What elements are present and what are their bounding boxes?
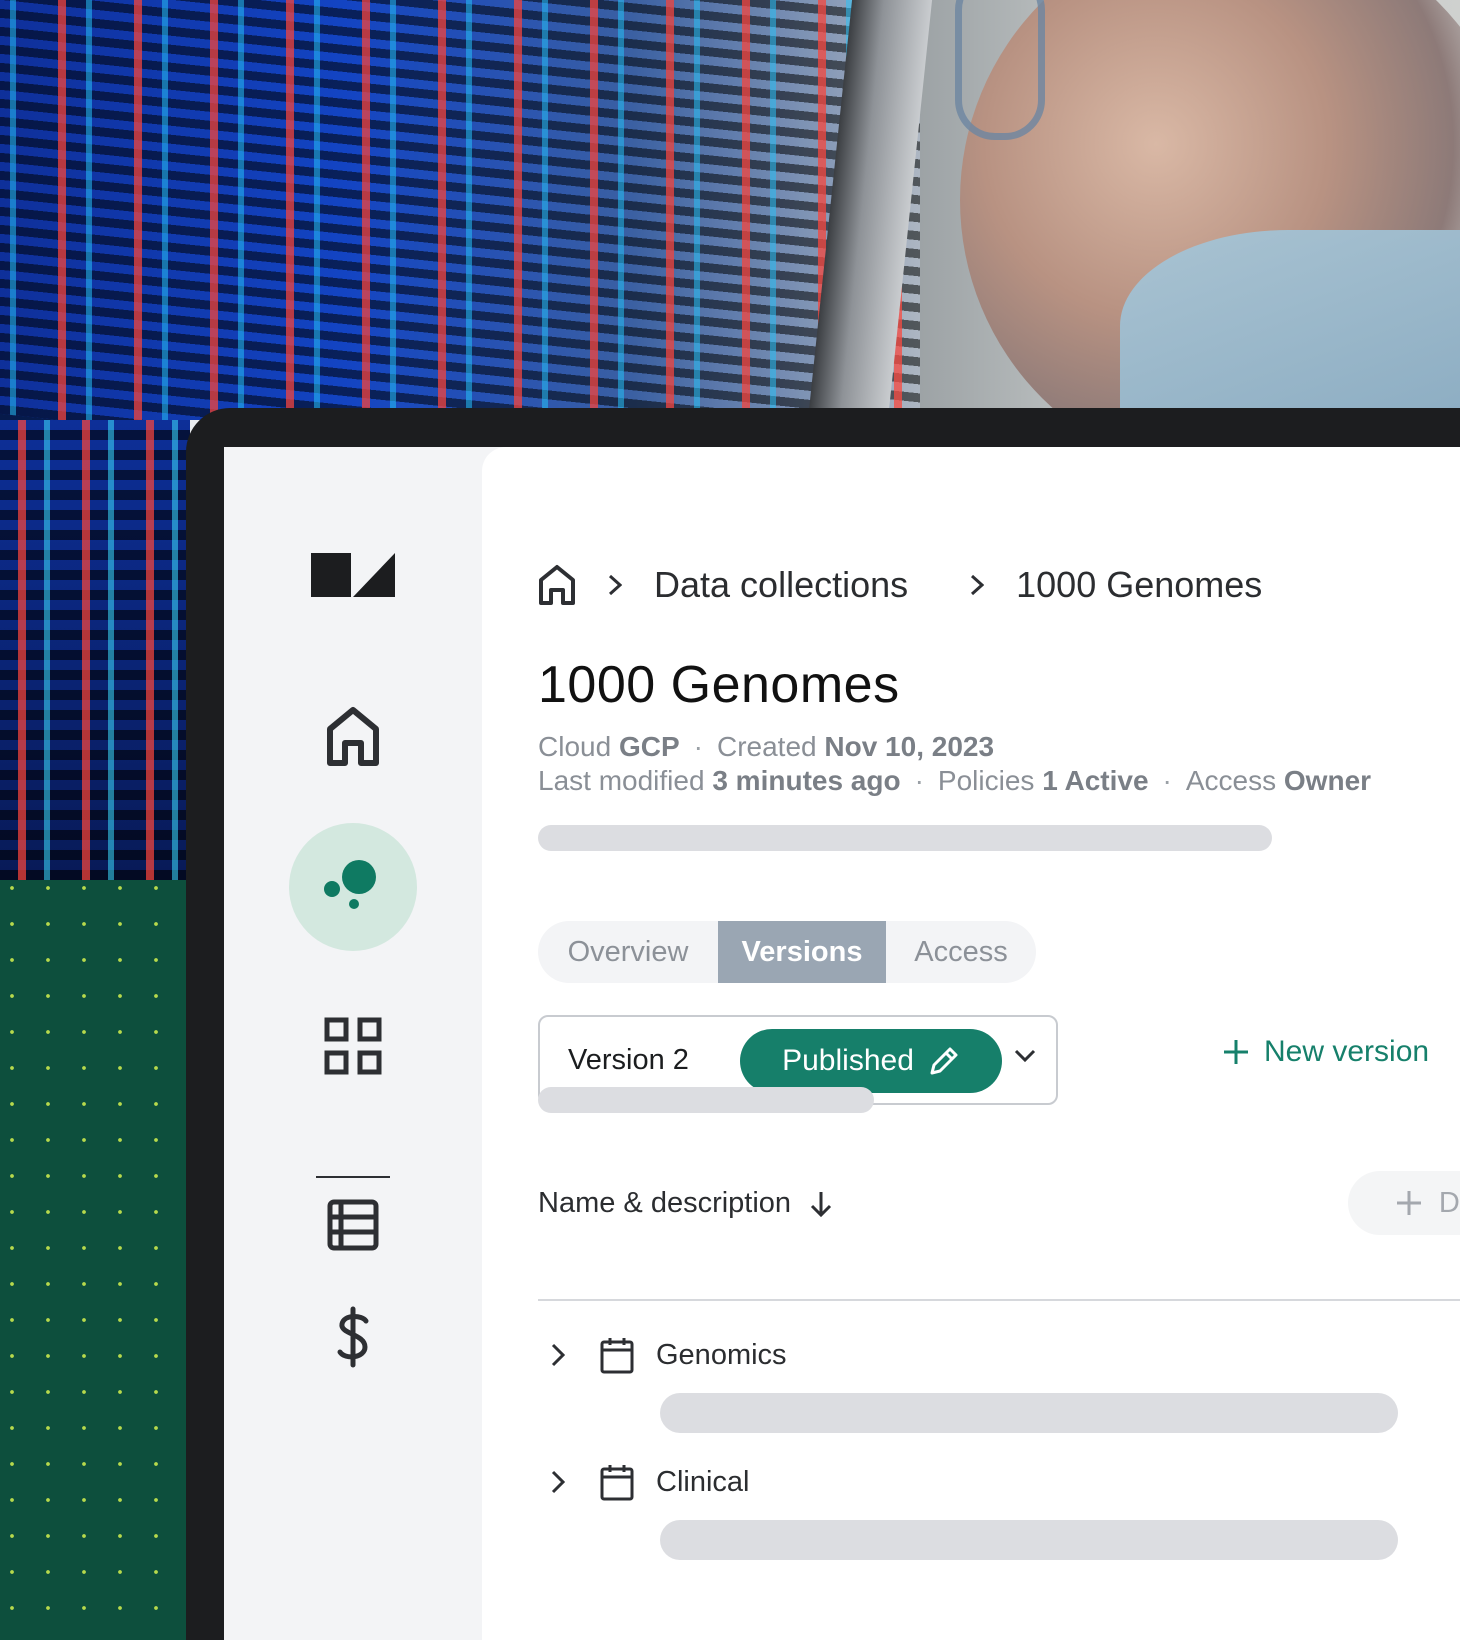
sidebar: [224, 447, 482, 1640]
background-photo: [0, 0, 1460, 420]
published-status-button[interactable]: Published: [740, 1029, 1002, 1093]
brand-logo-icon[interactable]: [224, 545, 482, 605]
plus-icon: [1222, 1038, 1250, 1066]
table-row[interactable]: Genomics: [538, 1325, 787, 1385]
created-value: Nov 10, 2023: [824, 731, 995, 762]
table-divider: [538, 1299, 1460, 1301]
billing-dollar-icon[interactable]: [224, 1305, 482, 1369]
description-skeleton: [538, 825, 1272, 851]
plus-icon: [1395, 1189, 1423, 1217]
published-label: Published: [782, 1044, 914, 1077]
policies-value: 1 Active: [1042, 765, 1149, 796]
breadcrumb-home-icon[interactable]: [538, 564, 576, 606]
main-panel: Data collections 1000 Genomes 1000 Genom…: [482, 447, 1460, 1640]
new-version-button[interactable]: New version: [1222, 1035, 1429, 1069]
expand-chevron-icon[interactable]: [538, 1470, 578, 1494]
row-description-skeleton: [660, 1393, 1398, 1433]
table-row[interactable]: Clinical: [538, 1452, 749, 1512]
glasses-image: [955, 0, 1045, 140]
page-title: 1000 Genomes: [538, 656, 900, 714]
breadcrumb: Data collections 1000 Genomes: [538, 557, 1262, 613]
cloud-label: Cloud: [538, 731, 612, 762]
meta-line-2: Last modified 3 minutes ago · Policies 1 A…: [538, 765, 1372, 796]
modified-value: 3 minutes ago: [712, 765, 901, 796]
modified-label: Last modified: [538, 765, 705, 796]
data-resource-label: Data resource: [1438, 1186, 1460, 1219]
arrow-down-icon: [809, 1190, 833, 1218]
sort-label: Name & description: [538, 1187, 792, 1219]
breadcrumb-data-collections[interactable]: Data collections: [654, 564, 908, 606]
sidebar-divider: [316, 1176, 390, 1178]
breadcrumb-current: 1000 Genomes: [1016, 564, 1263, 605]
expand-chevron-icon[interactable]: [538, 1343, 578, 1367]
policies-label: Policies: [937, 765, 1035, 796]
gel-data-image: [0, 420, 190, 880]
created-label: Created: [716, 731, 817, 762]
tab-bar: Overview Versions Access: [538, 921, 1036, 983]
access-label: Access: [1185, 765, 1277, 796]
cloud-value: GCP: [618, 731, 680, 762]
version-notes-skeleton: [538, 1087, 874, 1113]
app-screen: Data collections 1000 Genomes 1000 Genom…: [224, 447, 1460, 1640]
data-collections-nav[interactable]: [224, 822, 482, 952]
access-value: Owner: [1283, 765, 1372, 796]
home-icon[interactable]: [224, 703, 482, 769]
chevron-right-icon: [608, 574, 622, 596]
version-label: Version 2: [568, 1043, 689, 1076]
tab-overview[interactable]: Overview: [538, 921, 718, 983]
apps-grid-icon[interactable]: [224, 1015, 482, 1077]
add-data-resource-button[interactable]: Data resource: [1348, 1171, 1460, 1235]
data-collections-icon: [289, 823, 417, 951]
sort-name-description[interactable]: Name & description: [538, 1187, 833, 1220]
meta-line-1: Cloud GCP · Created Nov 10, 2023: [538, 731, 995, 762]
scientist-coat-image: [1120, 230, 1460, 420]
pencil-icon: [928, 1045, 960, 1077]
row-description-skeleton: [660, 1520, 1398, 1560]
tab-versions[interactable]: Versions: [718, 921, 886, 983]
new-version-label: New version: [1264, 1035, 1430, 1068]
chevron-right-icon: [970, 574, 985, 596]
monitor-screen-image: [0, 0, 920, 420]
row-label: Genomics: [656, 1338, 787, 1371]
row-label: Clinical: [656, 1465, 750, 1498]
dotted-green-panel: [0, 880, 190, 1640]
tab-access[interactable]: Access: [886, 921, 1036, 983]
tables-icon[interactable]: [224, 1197, 482, 1253]
chevron-down-icon: [1014, 1049, 1036, 1068]
calendar-icon: [600, 1463, 634, 1501]
calendar-icon: [600, 1336, 634, 1374]
